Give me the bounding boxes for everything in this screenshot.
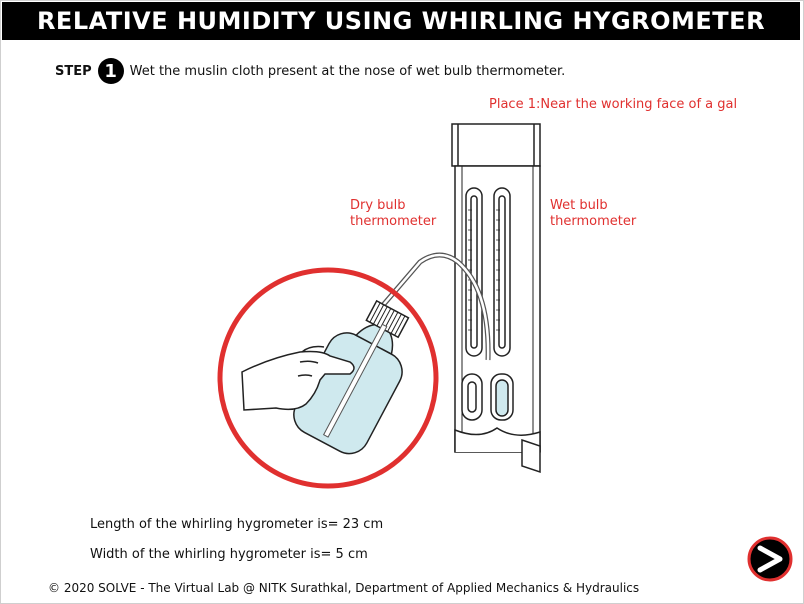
next-button[interactable] xyxy=(746,535,794,583)
whirling-hygrometer xyxy=(451,123,541,474)
length-value: Length of the whirling hygrometer is= 23… xyxy=(90,517,384,532)
hygrometer-illustration xyxy=(217,123,793,582)
width-value: Width of the whirling hygrometer is= 5 c… xyxy=(90,547,368,562)
footer-copyright: © 2020 SOLVE - The Virtual Lab @ NITK Su… xyxy=(48,581,640,595)
